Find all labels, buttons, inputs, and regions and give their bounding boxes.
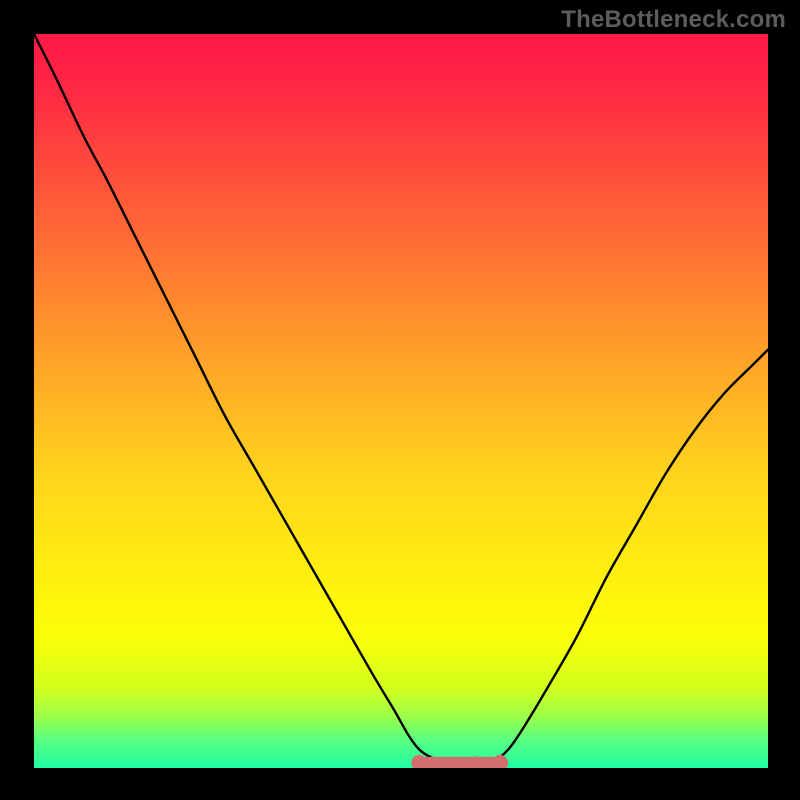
watermark-text: TheBottleneck.com xyxy=(561,6,786,34)
bottleneck-chart xyxy=(34,34,768,768)
optimal-zone-dot xyxy=(470,756,482,768)
optimal-zone-dot xyxy=(484,757,494,767)
optimal-zone-dot xyxy=(436,757,446,767)
plot-background xyxy=(34,34,768,768)
